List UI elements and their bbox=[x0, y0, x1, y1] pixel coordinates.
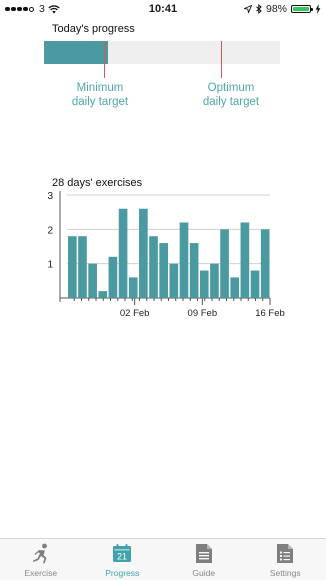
tab-bar: Exercise 21 Progress Guide Settings bbox=[0, 538, 326, 580]
bar bbox=[118, 208, 128, 298]
bar bbox=[78, 236, 87, 298]
tab-settings-label: Settings bbox=[269, 568, 301, 578]
tab-progress-label: Progress bbox=[105, 568, 140, 578]
bar bbox=[189, 243, 199, 298]
tab-exercise[interactable]: Exercise bbox=[0, 539, 82, 580]
bar bbox=[149, 236, 158, 298]
y-tick-label: 3 bbox=[47, 191, 53, 202]
bar bbox=[230, 277, 240, 298]
list-document-icon bbox=[277, 544, 294, 563]
bar bbox=[139, 208, 148, 298]
exercise-bar-chart: 1 2 3 02 Feb 09 Feb 16 Feb bbox=[47, 191, 285, 319]
runner-icon bbox=[32, 543, 47, 564]
y-tick-label: 2 bbox=[47, 225, 53, 236]
tab-guide[interactable]: Guide bbox=[163, 539, 245, 580]
tab-progress[interactable]: 21 Progress bbox=[82, 539, 164, 580]
calendar-icon: 21 bbox=[113, 544, 132, 562]
document-icon bbox=[195, 544, 212, 563]
bar bbox=[98, 291, 108, 298]
x-tick-label: 09 Feb bbox=[188, 308, 218, 319]
x-tick-label: 16 Feb bbox=[255, 308, 285, 319]
x-tick-label: 02 Feb bbox=[120, 308, 150, 319]
bar bbox=[88, 263, 97, 298]
tab-settings[interactable]: Settings bbox=[245, 539, 326, 580]
bar bbox=[159, 243, 168, 298]
bar bbox=[210, 263, 219, 298]
bar bbox=[260, 229, 270, 298]
bar bbox=[199, 270, 209, 298]
bar bbox=[169, 263, 179, 298]
bar bbox=[108, 256, 118, 298]
tab-exercise-label: Exercise bbox=[24, 568, 58, 578]
y-tick-label: 1 bbox=[47, 260, 53, 271]
bar bbox=[250, 270, 260, 298]
bar bbox=[240, 222, 250, 298]
tab-guide-label: Guide bbox=[192, 568, 216, 578]
calendar-day-number: 21 bbox=[117, 552, 127, 562]
bar bbox=[220, 229, 229, 298]
bar bbox=[128, 277, 138, 298]
bar bbox=[68, 236, 77, 298]
bar bbox=[179, 222, 189, 298]
